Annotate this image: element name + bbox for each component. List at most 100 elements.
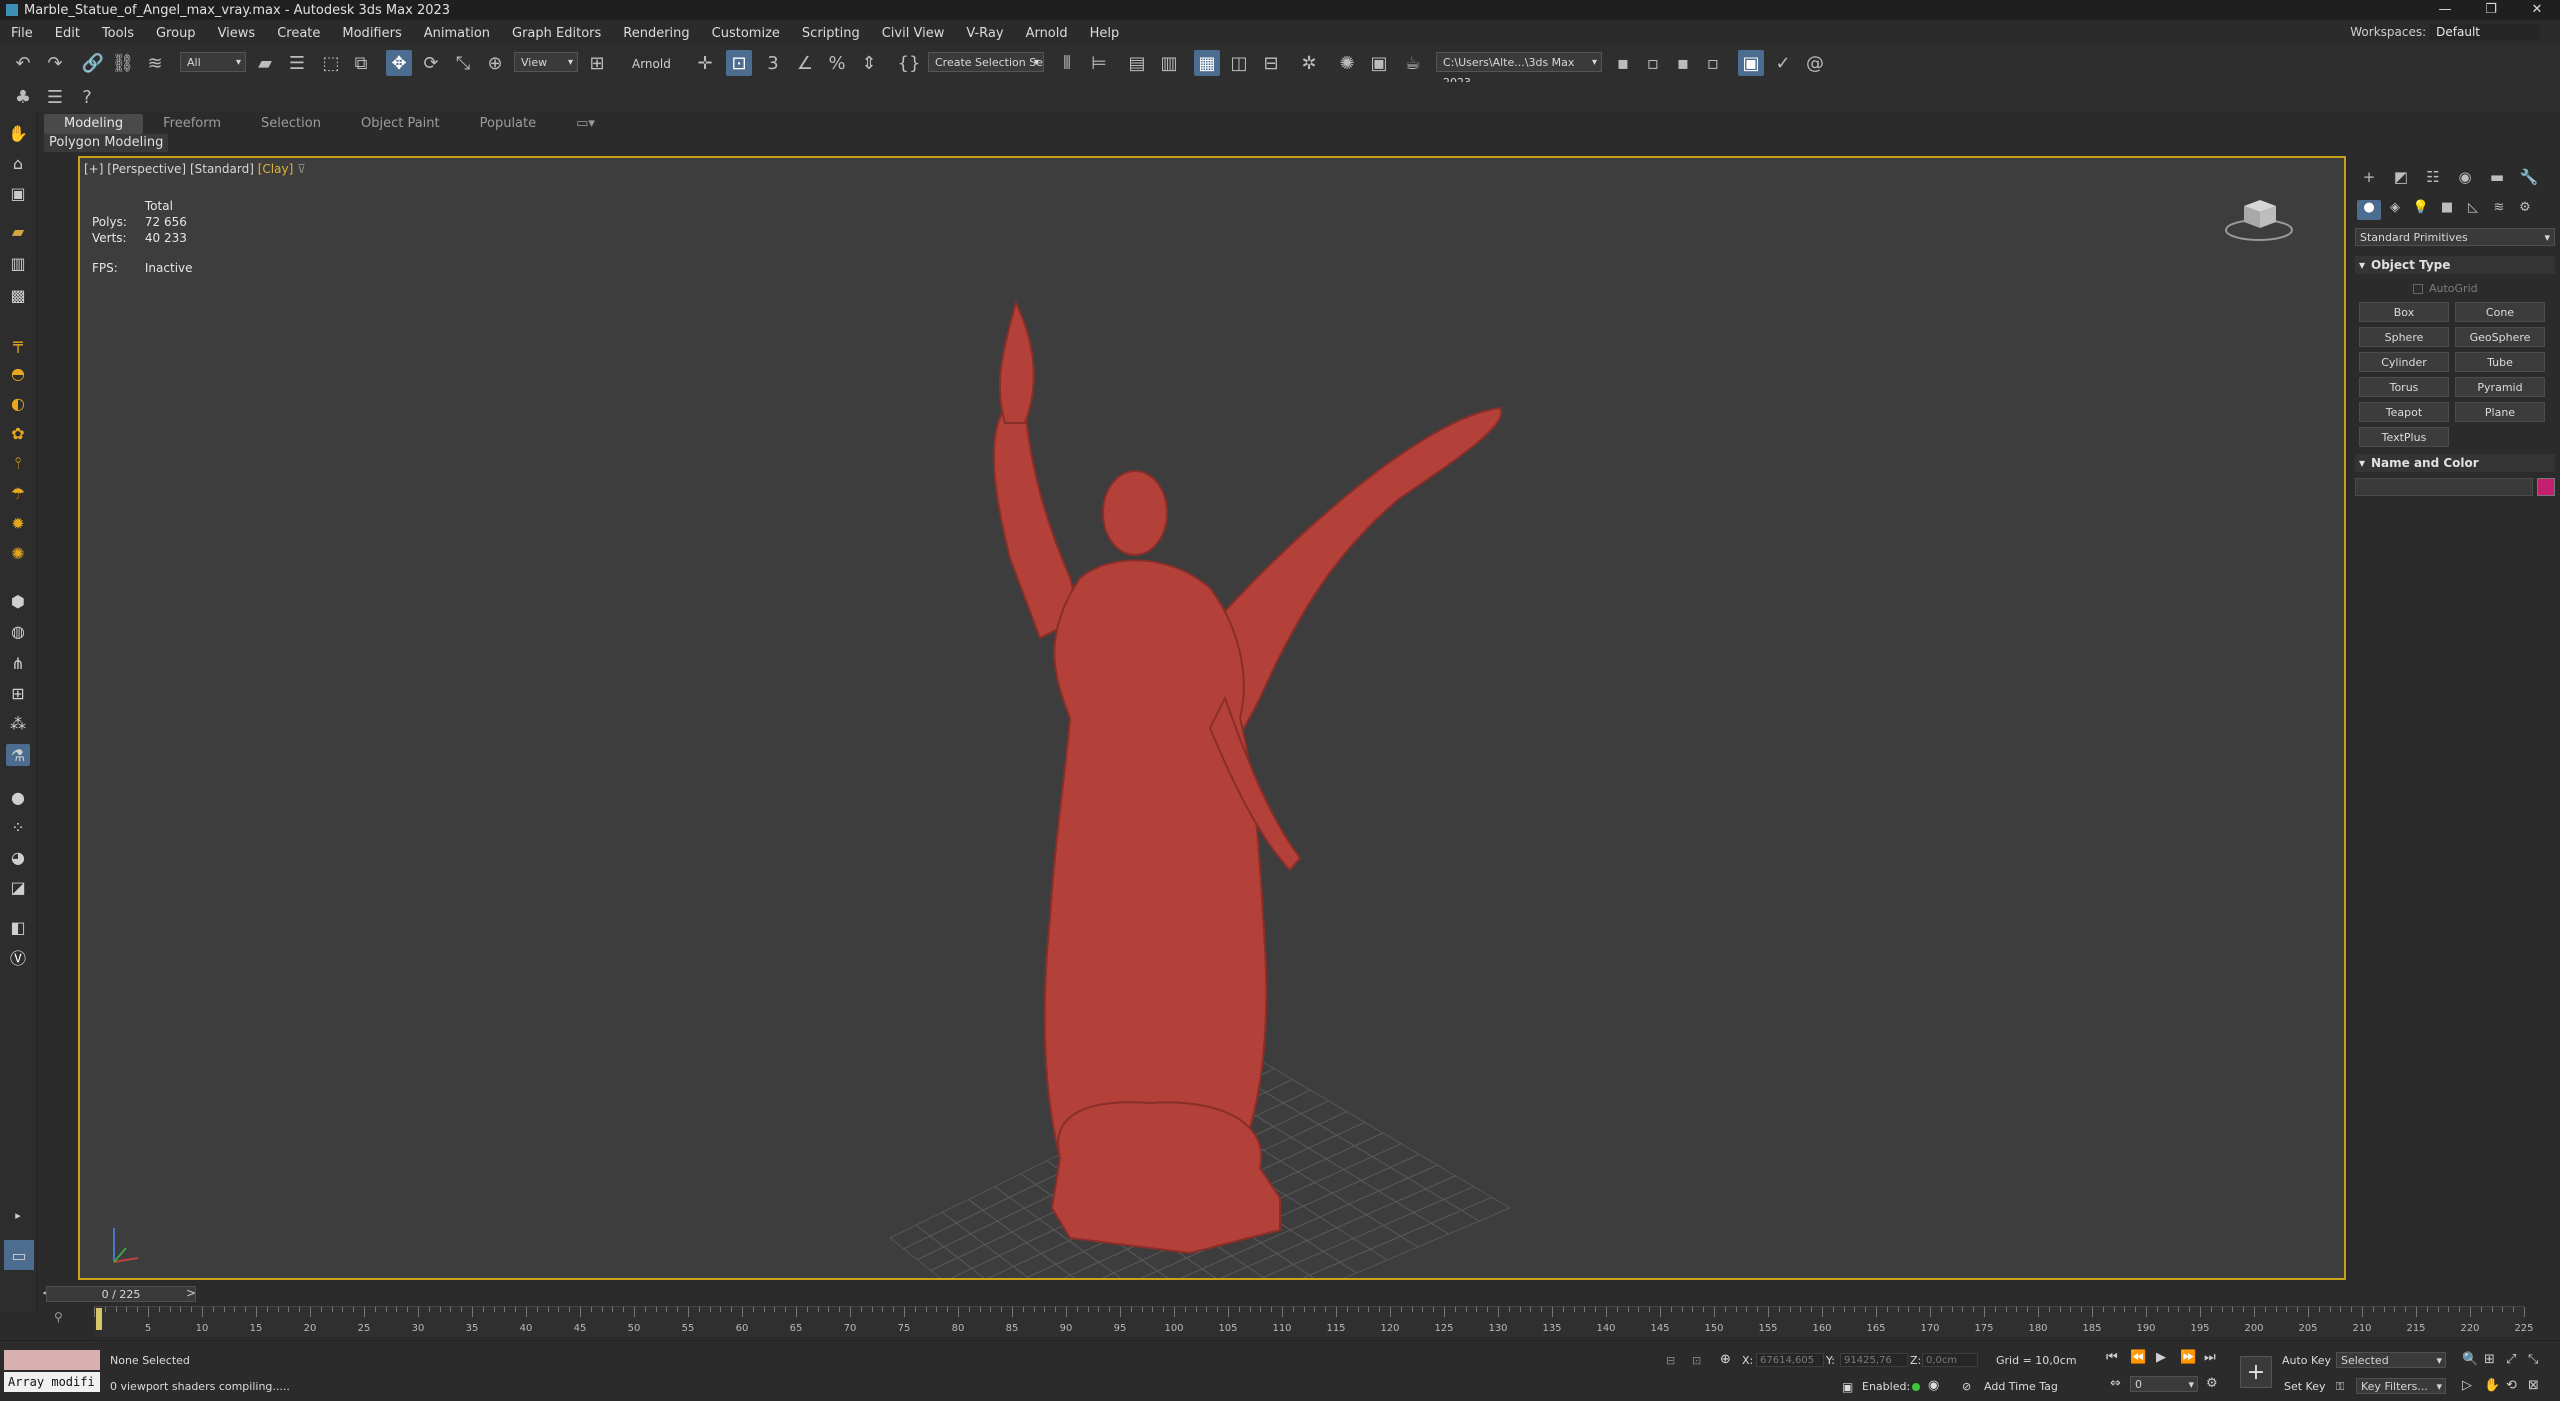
menu-graph-editors[interactable]: Graph Editors [501, 26, 612, 41]
selection-filter-dropdown[interactable]: All [180, 52, 246, 73]
menu-help[interactable]: Help [1079, 26, 1131, 41]
zoom-extents-icon[interactable]: ⤢ [2506, 1352, 2516, 1367]
fov-icon[interactable]: ▷ [2462, 1378, 2472, 1393]
sphere-light-icon[interactable]: ◐ [6, 392, 30, 414]
vray-tools-icon[interactable]: ◧ [6, 916, 30, 938]
zoom-all-icon[interactable]: ⊞ [2484, 1352, 2495, 1367]
select-scale-icon[interactable]: ⤡ [450, 50, 476, 76]
menu-arnold[interactable]: Arnold [1015, 26, 1079, 41]
enabled-indicator-icon[interactable] [1912, 1383, 1920, 1391]
schematic-view-icon[interactable]: ⊟ [1258, 50, 1284, 76]
reference-coordinate-dropdown[interactable]: View [514, 52, 578, 73]
textplus-button[interactable]: TextPlus [2359, 427, 2449, 447]
grass-icon[interactable]: ⁂ [6, 712, 30, 734]
current-frame-marker[interactable] [96, 1308, 102, 1330]
name-and-color-rollout[interactable]: Name and Color [2355, 454, 2555, 472]
key-selection-dropdown[interactable]: Selected [2336, 1352, 2446, 1369]
vray-scatter-icon[interactable]: ⚗ [6, 744, 30, 766]
proxy-icon[interactable]: ⬢ [6, 590, 30, 612]
folder-icon[interactable]: ▰ [6, 220, 30, 242]
viewcube[interactable] [2224, 194, 2294, 244]
set-keys-icon[interactable]: + [2240, 1356, 2272, 1388]
menu-rendering[interactable]: Rendering [612, 26, 700, 41]
ribbon-options-icon[interactable]: ▭▾ [556, 114, 615, 134]
link-icon[interactable]: 🔗 [80, 50, 106, 76]
menu-views[interactable]: Views [207, 26, 267, 41]
rendered-frame-window-icon[interactable]: ▣ [1366, 50, 1392, 76]
time-slider[interactable]: 0 / 225 [46, 1286, 196, 1302]
helpers-category-icon[interactable]: ◺ [2461, 200, 2485, 220]
previous-frame-icon[interactable]: ⏪ [2130, 1350, 2146, 1365]
vray-frame-buffer-icon[interactable]: ▣ [1738, 50, 1764, 76]
light-icon-1[interactable]: ╤ [6, 332, 30, 354]
key-filter-icon[interactable]: ⚿ [2336, 1380, 2344, 1394]
time-next-button[interactable]: > [186, 1286, 196, 1300]
plane-button[interactable]: Plane [2455, 402, 2545, 422]
spot-light-icon[interactable]: ⫯ [6, 452, 30, 474]
snaps-3d-icon[interactable]: 3 [760, 50, 786, 76]
menu-tools[interactable]: Tools [91, 26, 145, 41]
object-type-rollout[interactable]: Object Type [2355, 256, 2555, 274]
menu-create[interactable]: Create [266, 26, 331, 41]
render-setup-icon[interactable]: ✺ [1334, 50, 1360, 76]
plane-icon[interactable]: ⊞ [6, 682, 30, 704]
project-path-dropdown[interactable]: C:\Users\Alte...\3ds Max 2023 [1436, 52, 1602, 89]
camera-box-icon[interactable]: ▣ [6, 182, 30, 204]
named-selection-dropdown[interactable]: Create Selection Se [928, 52, 1044, 73]
toggle-ribbon-icon[interactable]: ▦ [1194, 50, 1220, 76]
shapes-category-icon[interactable]: ◈ [2383, 200, 2407, 220]
menu-animation[interactable]: Animation [413, 26, 501, 41]
texture-icon[interactable]: ◪ [6, 876, 30, 898]
material-group-icon[interactable]: ⁘ [6, 816, 30, 838]
ies-light-icon[interactable]: ✿ [6, 422, 30, 444]
tab-modeling[interactable]: Modeling [44, 114, 144, 134]
adaptive-degradation-icon[interactable]: ▣ [1842, 1380, 1853, 1394]
motion-tab-icon[interactable]: ◉ [2453, 168, 2477, 188]
track-bar[interactable]: 5 10 15 20 25 30 35 40 45 50 55 60 65 70 75 80 85 90 95 100… [94, 1306, 2534, 1337]
vray-toolbar-icon-2[interactable]: ▫ [1640, 50, 1666, 76]
vray-toolbar-icon-1[interactable]: ▪ [1610, 50, 1636, 76]
track-bar-toggle-icon[interactable]: ⚲ [54, 1310, 63, 1324]
object-color-swatch[interactable] [2537, 478, 2555, 496]
y-coordinate-field[interactable]: 91425,76 [1840, 1353, 1908, 1367]
menu-group[interactable]: Group [145, 26, 207, 41]
spacewarps-category-icon[interactable]: ≋ [2487, 200, 2511, 220]
auto-key-button[interactable]: Auto Key [2282, 1354, 2331, 1367]
create-tab-icon[interactable]: + [2357, 168, 2381, 188]
play-icon[interactable]: ▶ [2156, 1350, 2166, 1365]
utilities-tab-icon[interactable]: 🔧 [2517, 168, 2541, 188]
modify-tab-icon[interactable]: ◩ [2389, 168, 2413, 188]
maxscript-mini-listener[interactable]: Array modifi [4, 1372, 100, 1392]
autogrid-checkbox[interactable]: AutoGrid [2413, 282, 2478, 295]
at-icon[interactable]: @ [1802, 50, 1828, 76]
edit-named-selection-icon[interactable]: {} [896, 50, 922, 76]
viewport-layout-icon[interactable]: ▭ [4, 1240, 34, 1270]
primitive-category-dropdown[interactable]: Standard Primitives [2355, 228, 2555, 247]
time-tag-icon[interactable]: ⊘ [1962, 1380, 1971, 1393]
vray-toolbar-icon-3[interactable]: ▪ [1670, 50, 1696, 76]
pan-icon[interactable]: ✋ [2484, 1378, 2500, 1393]
ambient-light-icon[interactable]: ✺ [6, 542, 30, 564]
workspace-value[interactable]: Default [2430, 24, 2540, 40]
select-move-icon[interactable]: ✥ [386, 50, 412, 76]
time-configuration-icon[interactable]: ⚙ [2206, 1376, 2218, 1391]
teapot-button[interactable]: Teapot [2359, 402, 2449, 422]
render-production-icon[interactable]: ☕ [1400, 50, 1426, 76]
dome-light-icon[interactable]: ◓ [6, 362, 30, 384]
menu-civil-view[interactable]: Civil View [871, 26, 956, 41]
fur-icon[interactable]: ⋔ [6, 652, 30, 674]
torus-button[interactable]: Torus [2359, 377, 2449, 397]
material-ball-icon[interactable]: ● [6, 786, 30, 808]
select-object-icon[interactable]: ▰ [252, 50, 278, 76]
percent-snap-icon[interactable]: % [824, 50, 850, 76]
vray-logo-icon[interactable]: Ⓥ [6, 946, 30, 968]
palette-icon[interactable]: ◕ [6, 846, 30, 868]
layer-explorer-icon[interactable]: ▥ [1156, 50, 1182, 76]
hand-icon[interactable]: ✋ [6, 122, 30, 144]
close-button[interactable]: ✕ [2514, 0, 2560, 20]
scene-explorer-icon[interactable]: ▤ [1124, 50, 1150, 76]
cylinder-button[interactable]: Cylinder [2359, 352, 2449, 372]
tube-button[interactable]: Tube [2455, 352, 2545, 372]
add-time-tag[interactable]: Add Time Tag [1984, 1380, 2058, 1393]
sphere-button[interactable]: Sphere [2359, 327, 2449, 347]
